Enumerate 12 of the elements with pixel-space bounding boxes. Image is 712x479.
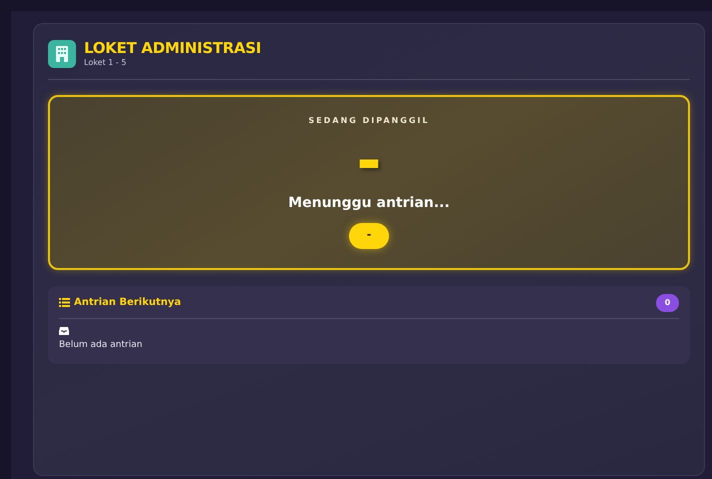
empty-message: Belum ada antrian (59, 338, 144, 352)
list-icon (59, 298, 70, 307)
counter-subtitle: Loket 1 - 5 (84, 56, 128, 68)
building-icon (48, 40, 76, 68)
counter-title: LOKET ADMINISTRASI (84, 40, 261, 56)
section-title: Antrian Berikutnya (74, 296, 182, 310)
status-text: Menunggu antrian... (288, 194, 450, 212)
calling-label: SEDANG DIPANGGIL (308, 114, 430, 126)
queue-number: - (356, 130, 382, 190)
inbox-icon (59, 326, 69, 334)
count-badge: 0 (656, 294, 679, 312)
counter-chip: - (349, 222, 389, 248)
